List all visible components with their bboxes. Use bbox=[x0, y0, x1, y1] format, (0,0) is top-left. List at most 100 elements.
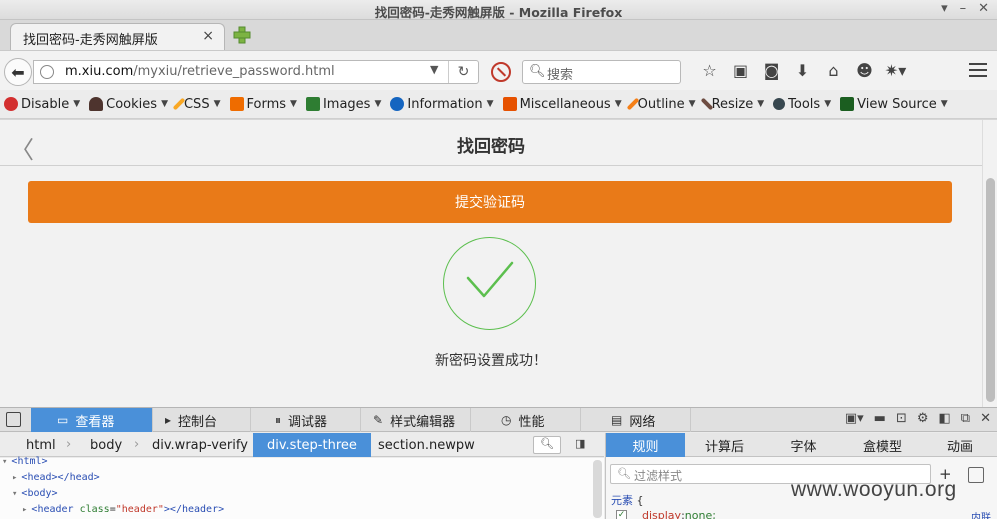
markup-view[interactable]: ▾ <html> ▸ <head></head> ▾ <body> ▸ <header … bbox=[0, 456, 604, 519]
page-scrollbar-thumb[interactable] bbox=[986, 178, 995, 402]
cookies-icon bbox=[89, 97, 104, 111]
tab-animations[interactable]: 动画 bbox=[922, 433, 997, 457]
element-picker-icon[interactable] bbox=[6, 412, 21, 427]
tab-rules[interactable]: 规则 bbox=[606, 433, 685, 457]
window-titlebar: 找回密码-走秀网触屏版 - Mozilla Firefox ▾ – ✕ bbox=[0, 0, 997, 20]
adblock-icon[interactable] bbox=[491, 62, 511, 82]
tab-computed[interactable]: 计算后 bbox=[685, 433, 764, 457]
page-scrollbar[interactable] bbox=[982, 120, 997, 407]
forms-icon bbox=[229, 97, 244, 111]
split-console-icon[interactable]: ▬ bbox=[874, 411, 886, 426]
view-source-icon bbox=[840, 97, 855, 111]
undock-window-icon[interactable]: ⧉ bbox=[961, 411, 970, 426]
breadcrumb-div-step-three[interactable]: div.step-three bbox=[253, 433, 371, 457]
markup-header-open[interactable]: <header bbox=[31, 504, 79, 515]
submit-code-button[interactable]: 提交验证码 bbox=[28, 181, 952, 223]
declaration-property[interactable]: display bbox=[642, 509, 681, 519]
filter-search-icon: 🔍︎ bbox=[617, 467, 631, 480]
close-window-button[interactable]: ✕ bbox=[978, 1, 989, 16]
information-icon bbox=[390, 97, 405, 111]
devtb-cookies[interactable]: Cookies ▼ bbox=[89, 97, 168, 112]
devtb-disable[interactable]: Disable ▼ bbox=[4, 97, 80, 112]
settings-gear-icon[interactable]: ⚙ bbox=[917, 411, 929, 426]
rule-declaration: ✓ display: none; bbox=[616, 509, 716, 519]
home-icon[interactable]: ⌂ bbox=[818, 61, 849, 80]
devtb-miscellaneous[interactable]: Miscellaneous ▼ bbox=[502, 97, 622, 112]
minimize-button[interactable]: – bbox=[960, 1, 967, 16]
breadcrumb-div-wrap-verify[interactable]: div.wrap-verify bbox=[152, 433, 248, 457]
frame-select-icon[interactable]: ▣▾ bbox=[845, 411, 864, 426]
back-button[interactable]: ⬅ bbox=[4, 58, 32, 86]
devtb-information[interactable]: Information ▼ bbox=[390, 97, 494, 112]
tab-debugger[interactable]: ⏸ 调试器 bbox=[251, 408, 361, 432]
close-devtools-icon[interactable]: ✕ bbox=[980, 411, 991, 426]
tab-style-editor[interactable]: ✎ 样式编辑器 bbox=[361, 408, 471, 432]
network-icon: ▤ bbox=[611, 413, 623, 427]
pseudo-class-toggle-icon[interactable] bbox=[968, 467, 984, 483]
filter-placeholder: 过滤样式 bbox=[634, 469, 683, 483]
devtb-tools[interactable]: Tools ▼ bbox=[773, 97, 831, 112]
reading-list-icon[interactable]: ▣ bbox=[725, 61, 756, 80]
new-tab-icon[interactable] bbox=[232, 25, 252, 45]
search-box[interactable]: 🔍︎ 搜索 bbox=[522, 60, 681, 84]
reload-button[interactable]: ↻ bbox=[448, 61, 478, 83]
devtb-forms[interactable]: Forms ▼ bbox=[229, 97, 297, 112]
tools-icon bbox=[773, 98, 786, 110]
url-text[interactable]: m.xiu.com/myxiu/retrieve_password.html bbox=[65, 64, 335, 79]
toggle-sidebar-icon[interactable]: ◨ bbox=[575, 437, 585, 450]
devtb-images[interactable]: Images ▼ bbox=[305, 97, 381, 112]
markup-head-close: </head> bbox=[57, 472, 100, 483]
tab-network[interactable]: ▤ 网络 bbox=[581, 408, 691, 432]
back-arrow-icon: ⬅ bbox=[11, 62, 25, 82]
breadcrumb-section-newpw[interactable]: section.newpw bbox=[378, 433, 475, 457]
markup-html-tag[interactable]: <html> bbox=[11, 456, 47, 467]
search-placeholder: 搜索 bbox=[547, 68, 574, 83]
web-page: 〈 找回密码 提交验证码 新密码设置成功！ bbox=[0, 120, 982, 407]
devtb-outline[interactable]: Outline ▼ bbox=[626, 97, 696, 112]
devtb-view-source[interactable]: View Source ▼ bbox=[840, 97, 948, 112]
rule-source-label[interactable]: 内联 bbox=[971, 509, 991, 519]
window-controls: ▾ – ✕ bbox=[941, 1, 989, 16]
breadcrumb-body[interactable]: body bbox=[90, 433, 122, 457]
performance-icon: ◷ bbox=[501, 413, 512, 427]
devtb-css[interactable]: CSS ▼ bbox=[172, 97, 221, 112]
url-bar[interactable]: m.xiu.com/myxiu/retrieve_password.html ▼… bbox=[33, 60, 479, 84]
reload-icon: ↻ bbox=[457, 64, 470, 80]
markup-head-open[interactable]: <head> bbox=[21, 472, 57, 483]
tab-console[interactable]: ▸ 控制台 bbox=[153, 408, 251, 432]
navigation-toolbar: ⬅ m.xiu.com/myxiu/retrieve_password.html… bbox=[0, 50, 997, 90]
extension-icon[interactable]: ✷▾ bbox=[880, 61, 911, 80]
globe-icon[interactable] bbox=[40, 65, 54, 79]
declaration-checkbox[interactable]: ✓ bbox=[616, 510, 627, 519]
markup-search-icon[interactable]: 🔍︎ bbox=[533, 436, 561, 454]
tab-inspector[interactable]: ▭ 查看器 bbox=[31, 408, 153, 432]
markup-scrollbar[interactable] bbox=[593, 460, 602, 518]
rules-sidebar: 规则 计算后 字体 盒模型 动画 🔍︎ 过滤样式 + 元素 { ✓ displa… bbox=[605, 433, 997, 519]
rule-selector: 元素 { bbox=[611, 494, 644, 507]
tab-box-model[interactable]: 盒模型 bbox=[843, 433, 922, 457]
search-icon: 🔍︎ bbox=[529, 64, 546, 79]
images-icon bbox=[305, 97, 320, 111]
tab-close-button[interactable]: × bbox=[202, 28, 214, 44]
responsive-mode-icon[interactable]: ⊡ bbox=[896, 411, 907, 426]
bookmark-star-icon[interactable]: ☆ bbox=[694, 61, 725, 80]
page-title: 找回密码 bbox=[457, 137, 525, 157]
emoji-icon[interactable]: ☻ bbox=[849, 61, 880, 80]
breadcrumb: html › body › div.wrap-verify div.step-t… bbox=[0, 433, 604, 457]
devtools-toolbar: ▭ 查看器 ▸ 控制台 ⏸ 调试器 ✎ 样式编辑器 ◷ 性能 ▤ 网络 ▣▾ ▬… bbox=[0, 408, 997, 432]
window-menu-button[interactable]: ▾ bbox=[941, 1, 948, 16]
tab-fonts[interactable]: 字体 bbox=[764, 433, 843, 457]
tab-performance[interactable]: ◷ 性能 bbox=[471, 408, 581, 432]
watermark: www.wooyun.org bbox=[791, 478, 957, 501]
devtb-resize[interactable]: Resize ▼ bbox=[700, 97, 764, 112]
url-history-dropdown-icon[interactable]: ▼ bbox=[430, 63, 438, 76]
declaration-value[interactable]: none; bbox=[685, 509, 716, 519]
markup-attr-value: "header" bbox=[115, 504, 164, 515]
pocket-icon[interactable]: ◙ bbox=[756, 61, 787, 80]
dock-side-icon[interactable]: ◧ bbox=[939, 411, 951, 426]
markup-body-tag[interactable]: <body> bbox=[21, 488, 57, 499]
menu-hamburger-icon[interactable] bbox=[969, 63, 987, 77]
browser-tab[interactable]: 找回密码-走秀网触屏版 × bbox=[10, 23, 225, 50]
downloads-icon[interactable]: ⬇ bbox=[787, 61, 818, 80]
console-icon: ▸ bbox=[165, 413, 172, 427]
